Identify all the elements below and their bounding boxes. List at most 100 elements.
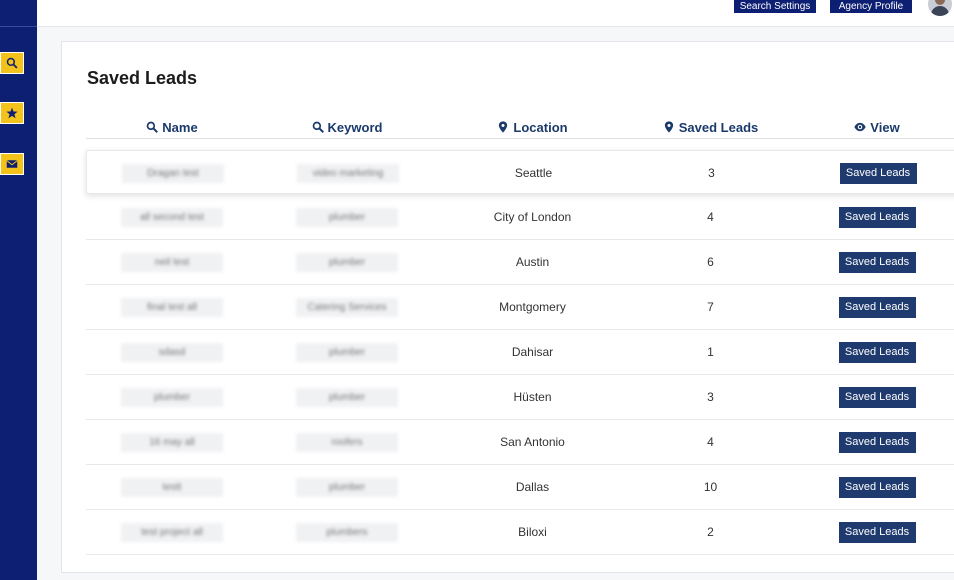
sidebar-search-button[interactable]	[0, 52, 24, 74]
header-saved-leads-label: Saved Leads	[678, 119, 759, 135]
cell-location-value: Austin	[515, 255, 550, 269]
view-saved-leads-button[interactable]: Saved Leads	[838, 296, 916, 318]
cell-count: 3	[630, 151, 793, 195]
cell-view: Saved Leads	[792, 420, 954, 464]
view-saved-leads-button[interactable]: Saved Leads	[838, 206, 916, 228]
table-row: final test all Catering Services Montgomer…	[86, 285, 954, 330]
cell-keyword: plumber	[258, 330, 436, 374]
cell-view: Saved Leads	[792, 195, 954, 239]
header-divider	[86, 138, 954, 139]
top-bar: Search Settings Agency Profile	[37, 0, 954, 27]
view-saved-leads-button[interactable]: Saved Leads	[838, 251, 916, 273]
view-saved-leads-button[interactable]: Saved Leads	[838, 521, 916, 543]
view-saved-leads-button[interactable]: Saved Leads	[838, 476, 916, 498]
cell-keyword: Catering Services	[258, 285, 436, 329]
cell-keyword-value: plumber	[296, 252, 398, 272]
cell-keyword-value: roofers	[296, 432, 398, 452]
cell-count-value: 1	[707, 345, 714, 359]
star-icon	[6, 107, 18, 119]
table-row: 16 may all roofers San Antonio 4 Saved Leads	[86, 420, 954, 465]
cell-count-value: 3	[707, 390, 714, 404]
cell-name: plumber	[86, 375, 258, 419]
cell-location-value: Dallas	[515, 480, 550, 494]
cell-location: Montgomery	[436, 285, 629, 329]
table-row: sdasd plumber Dahisar 1 Saved Leads	[86, 330, 954, 375]
cell-location-value: Biloxi	[518, 525, 547, 539]
cell-name-value: Dragan test	[122, 163, 224, 183]
table-row: Dragan test video marketing Seattle 3 Saved …	[86, 150, 954, 194]
view-saved-leads-button[interactable]: Saved Leads	[838, 431, 916, 453]
cell-keyword: plumber	[258, 240, 436, 284]
cell-name-value: neil test	[121, 252, 223, 272]
header-name-label: Name	[162, 119, 198, 135]
table-row: neil test plumber Austin 6 Saved Leads	[86, 240, 954, 285]
search-icon	[312, 121, 324, 133]
cell-count-value: 10	[703, 480, 718, 494]
cell-location: Seattle	[437, 151, 630, 195]
cell-location-value: Seattle	[514, 166, 553, 180]
search-icon	[6, 57, 18, 69]
cell-name: neil test	[86, 240, 258, 284]
cell-view: Saved Leads	[792, 375, 954, 419]
cell-count: 3	[629, 375, 792, 419]
cell-location: City of London	[436, 195, 629, 239]
cell-location: Hüsten	[436, 375, 629, 419]
sidebar-favorites-button[interactable]	[0, 102, 24, 124]
view-saved-leads-button[interactable]: Saved Leads	[839, 162, 917, 184]
cell-name: all second test	[86, 195, 258, 239]
cell-view: Saved Leads	[792, 510, 954, 554]
avatar-body	[931, 6, 949, 16]
cell-name-value: test project all	[121, 522, 223, 542]
cell-location-value: City of London	[493, 210, 572, 224]
header-keyword: Keyword	[258, 115, 436, 139]
search-icon	[146, 121, 159, 133]
cell-count-value: 4	[707, 435, 714, 449]
header-location: Location	[436, 115, 629, 139]
cell-keyword-value: plumber	[296, 207, 398, 227]
cell-keyword: plumber	[258, 465, 436, 509]
agency-profile-button[interactable]: Agency Profile	[830, 0, 912, 13]
cell-keyword: plumber	[258, 375, 436, 419]
header-keyword-label: Keyword	[327, 119, 383, 135]
cell-name-value: sdasd	[121, 342, 223, 362]
view-saved-leads-button[interactable]: Saved Leads	[838, 341, 916, 363]
cell-name-value: 16 may all	[121, 432, 223, 452]
map-marker-icon	[664, 121, 673, 133]
cell-name: final test all	[86, 285, 258, 329]
sidebar	[0, 0, 37, 580]
cell-keyword-value: plumber	[296, 477, 398, 497]
table-row: test project all plumbers Biloxi 2 Saved Lea…	[86, 510, 954, 555]
sidebar-messages-button[interactable]	[0, 153, 24, 175]
cell-location: Dallas	[436, 465, 629, 509]
cell-name-value: final test all	[121, 297, 223, 317]
cell-view: Saved Leads	[792, 330, 954, 374]
cell-keyword: plumber	[258, 195, 436, 239]
header-saved-leads: Saved Leads	[629, 115, 792, 139]
cell-count: 6	[629, 240, 792, 284]
cell-name: Dragan test	[87, 151, 259, 195]
cell-keyword-value: Catering Services	[296, 297, 398, 317]
cell-view: Saved Leads	[792, 285, 954, 329]
eye-icon	[854, 122, 866, 132]
header-view: View	[792, 115, 954, 139]
header-name: Name	[86, 115, 258, 139]
cell-keyword-value: plumber	[296, 342, 398, 362]
header-location-label: Location	[513, 119, 568, 135]
avatar[interactable]	[928, 0, 952, 16]
cell-view: Saved Leads	[793, 151, 954, 195]
view-saved-leads-button[interactable]: Saved Leads	[838, 386, 916, 408]
cell-count: 1	[629, 330, 792, 374]
cell-count-value: 6	[707, 255, 714, 269]
cell-name: 16 may all	[86, 420, 258, 464]
cell-keyword-value: plumbers	[296, 522, 398, 542]
sidebar-divider	[0, 26, 37, 27]
cell-location-value: Hüsten	[513, 390, 552, 404]
cell-location-value: Montgomery	[499, 300, 566, 314]
cell-count: 7	[629, 285, 792, 329]
cell-view: Saved Leads	[792, 465, 954, 509]
cell-location: Biloxi	[436, 510, 629, 554]
map-marker-icon	[499, 121, 508, 133]
cell-name-value: all second test	[121, 207, 223, 227]
cell-keyword: plumbers	[258, 510, 436, 554]
search-settings-button[interactable]: Search Settings	[734, 0, 816, 13]
